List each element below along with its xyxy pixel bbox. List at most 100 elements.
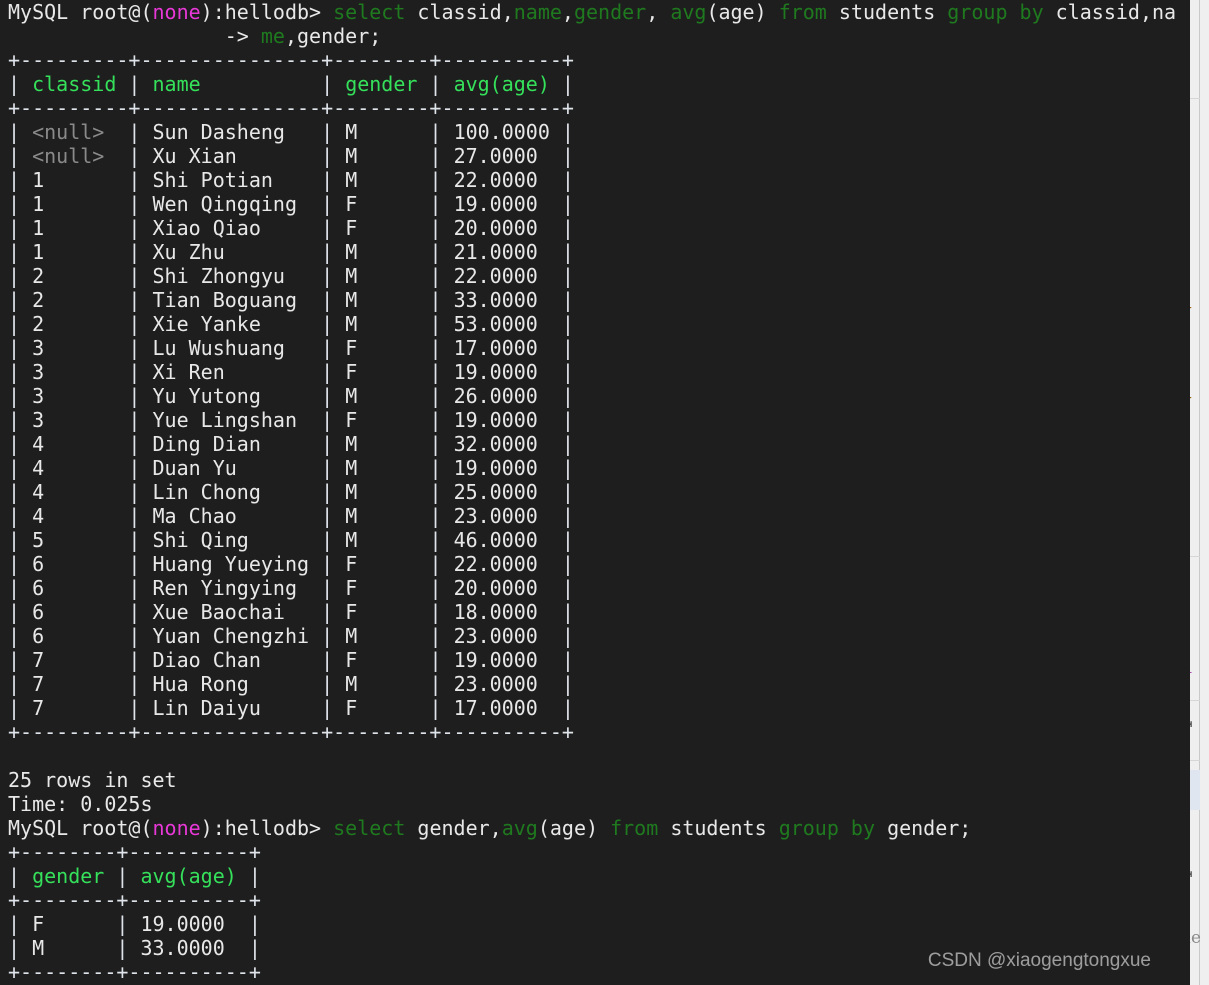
cell-border: | (309, 192, 346, 216)
cell-border: | (549, 216, 574, 240)
table1-header-avg: avg(age) (453, 72, 550, 96)
cell-border: | (116, 624, 153, 648)
table1-body: | <null> | Sun Dasheng | M | 100.0000 | |… (8, 120, 1190, 720)
cell-border: | (549, 168, 574, 192)
cell-classid: 4 (32, 456, 117, 480)
cell-border: | (417, 168, 454, 192)
cell-border: | (8, 408, 33, 432)
cell-name: Sun Dasheng (152, 120, 310, 144)
query1-text: select classid,name,gender, avg(age) fro… (333, 0, 1176, 24)
cell-avg: 21.0000 (453, 240, 550, 264)
cell-classid: 3 (32, 360, 117, 384)
cell-border: | (8, 480, 33, 504)
cell-avg: 20.0000 (453, 216, 550, 240)
cell-border: | (417, 408, 454, 432)
cell-avg: 32.0000 (453, 432, 550, 456)
cell-border: | (8, 336, 33, 360)
cell-name: Yuan Chengzhi (152, 624, 310, 648)
table2-row: | F | 19.0000 | (8, 912, 1190, 936)
cell-border: | (8, 264, 33, 288)
cell-border: | (116, 192, 153, 216)
cell-avg: 53.0000 (453, 312, 550, 336)
cell-classid: 1 (32, 168, 117, 192)
cell-border: | (8, 432, 33, 456)
table1-row: | 3 | Xi Ren | F | 19.0000 | (8, 360, 1190, 384)
cell-border: | (104, 936, 141, 960)
table1-row: | 4 | Lin Chong | M | 25.0000 | (8, 480, 1190, 504)
prompt-user: root@( (80, 0, 153, 24)
cell-border: | (309, 384, 346, 408)
cell-name: Ding Dian (152, 432, 310, 456)
cell-avg: 25.0000 (453, 480, 550, 504)
cell-gender: M (345, 288, 418, 312)
cell-border: | (309, 360, 346, 384)
cell-border: | (309, 216, 346, 240)
cell-avg: 33.0000 (140, 936, 237, 960)
cell-border: | (417, 552, 454, 576)
cell-avg: 19.0000 (453, 408, 550, 432)
cell-border: | (417, 312, 454, 336)
cell-border: | (417, 264, 454, 288)
sql-token-7: (age) (706, 0, 779, 24)
cell-border: | (549, 240, 574, 264)
table1-row: | 4 | Ma Chao | M | 23.0000 | (8, 504, 1190, 528)
prompt-app: MySQL (8, 0, 81, 24)
cell-border: | (309, 576, 346, 600)
cell-border: | (309, 600, 346, 624)
prompt-host-2: ):hellodb> (200, 816, 334, 840)
query2-text: select gender,avg(age) from students gro… (333, 816, 971, 840)
cell-gender: M (345, 480, 418, 504)
cell-classid: 3 (32, 336, 117, 360)
cell-avg: 26.0000 (453, 384, 550, 408)
cell-border: | (116, 360, 153, 384)
sql-token-0: me (260, 24, 285, 48)
cell-border: | (8, 456, 33, 480)
cell-border: | (8, 528, 33, 552)
table2-rule-mid: +--------+----------+ (8, 888, 261, 912)
cell-gender: M (345, 168, 418, 192)
cell-classid: 5 (32, 528, 117, 552)
cell-border: | (309, 528, 346, 552)
sql-token-9: students (838, 0, 948, 24)
cell-classid: 2 (32, 312, 117, 336)
cell-border: | (549, 408, 574, 432)
cell-border: | (8, 600, 33, 624)
cell-name: Lin Daiyu (152, 696, 310, 720)
cell-gender: M (345, 384, 418, 408)
cell-avg: 23.0000 (453, 624, 550, 648)
cell-name: Ma Chao (152, 504, 310, 528)
terminal-window[interactable]: MySQL root@(none):hellodb> select classi… (0, 0, 1190, 985)
cell-gender: M (345, 624, 418, 648)
cell-gender: F (345, 552, 418, 576)
cell-border: | (8, 240, 33, 264)
table2-rule-bottom: +--------+----------+ (8, 960, 261, 984)
cell-avg: 17.0000 (453, 336, 550, 360)
cell-avg: 19.0000 (453, 648, 550, 672)
cell-border: | (8, 552, 33, 576)
cell-gender: F (345, 600, 418, 624)
cell-classid: 1 (32, 240, 117, 264)
sql-token-4: gender (573, 0, 647, 24)
cell-gender: F (345, 360, 418, 384)
prompt-app-2: MySQL (8, 816, 81, 840)
cell-border: | (417, 240, 454, 264)
cell-border: | (549, 360, 574, 384)
cell-border: | (8, 192, 33, 216)
cell-name: Yue Lingshan (152, 408, 310, 432)
cell-gender: F (345, 696, 418, 720)
sql-token-5: , (646, 0, 671, 24)
cell-border: | (309, 240, 346, 264)
table1-row: | 7 | Lin Daiyu | F | 17.0000 | (8, 696, 1190, 720)
cell-classid: 3 (32, 384, 117, 408)
cell-name: Diao Chan (152, 648, 310, 672)
cell-border: | (549, 456, 574, 480)
cell-border: | (309, 552, 346, 576)
query1-continuation-text: me,gender; (261, 24, 381, 48)
cell-border: | (549, 336, 574, 360)
cell-border: | (309, 504, 346, 528)
cell-border: | (417, 144, 454, 168)
cell-border: | (116, 576, 153, 600)
sql-token-6: avg (670, 0, 707, 24)
cell-border: | (309, 624, 346, 648)
cell-border: | (309, 120, 346, 144)
